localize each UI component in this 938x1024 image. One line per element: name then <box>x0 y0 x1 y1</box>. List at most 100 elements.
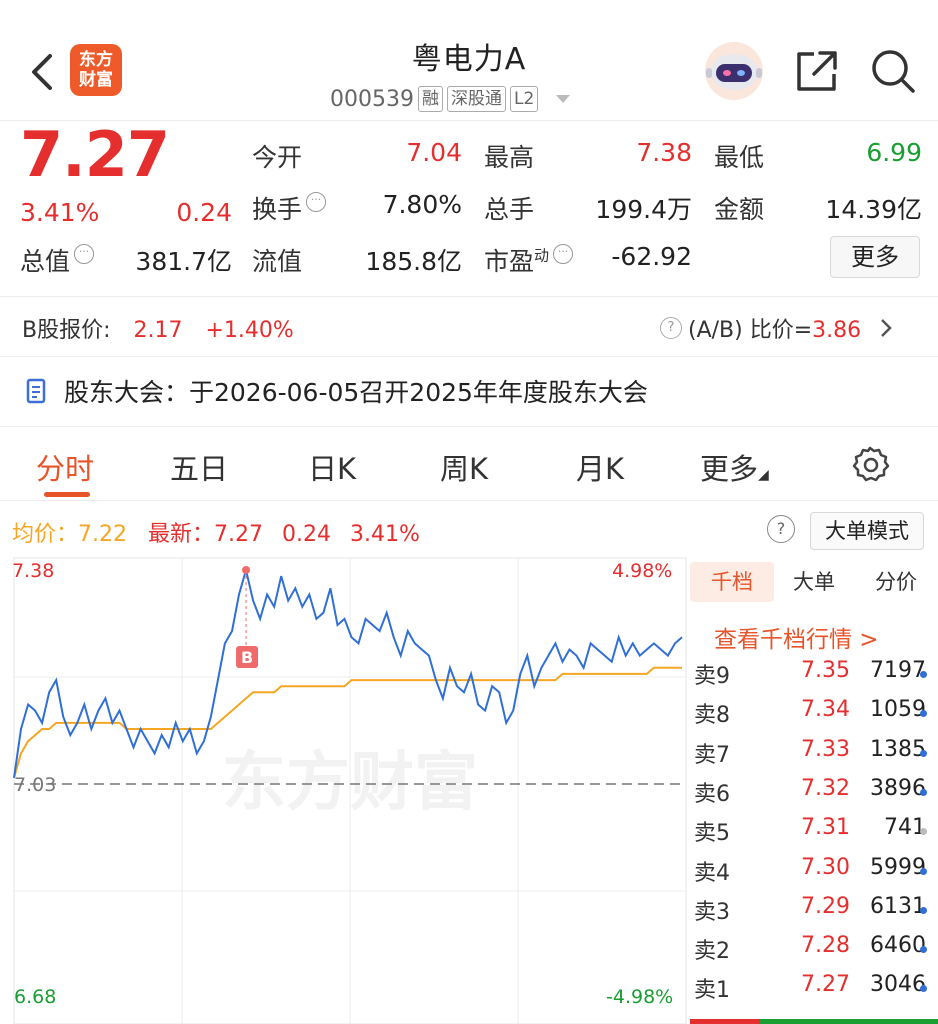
y-label-top: 7.38 <box>12 560 55 582</box>
ask-price: 7.34 <box>801 697 850 723</box>
tab-price-distribution[interactable]: 分价 <box>854 562 938 602</box>
change-pct: 3.41% <box>20 198 100 227</box>
open-value: 7.04 <box>406 138 462 167</box>
ask-label: 卖1 <box>694 978 730 1004</box>
turnover-label-text: 换手 <box>252 195 303 224</box>
tag-level2: L2 <box>509 86 539 112</box>
info-icon[interactable]: ··· <box>74 244 95 264</box>
search-icon[interactable] <box>868 46 918 96</box>
turnover-label[interactable]: 换手 ··· <box>252 190 327 226</box>
tab-big-orders[interactable]: 大单 <box>774 562 854 602</box>
ask-volume: 6131 <box>870 893 926 919</box>
buy-marker: B <box>236 566 259 668</box>
stock-code: 000539 <box>330 86 414 112</box>
tag-connect: 深股通 <box>446 86 506 112</box>
ask-row[interactable]: 卖5 7.31 741 <box>690 815 938 854</box>
info-icon[interactable]: ··· <box>306 192 327 212</box>
ask-row[interactable]: 卖3 7.29 6131 <box>690 894 938 933</box>
ask-volume: 741 <box>884 815 926 841</box>
ask-row[interactable]: 卖8 7.34 1059 <box>690 697 938 736</box>
avg-label: 均价： <box>12 522 79 547</box>
tab-thousand-levels[interactable]: 千档 <box>690 562 774 602</box>
order-book-tabs: 千档 大单 分价 <box>690 562 938 602</box>
buy-marker-label: B <box>241 648 253 667</box>
pe-value: -62.92 <box>611 242 692 271</box>
b-share-price: 2.17 <box>133 318 183 343</box>
low-value: 6.99 <box>866 138 922 167</box>
status-dot <box>920 788 927 796</box>
ask-row[interactable]: 卖1 7.27 3046 <box>690 972 938 1011</box>
help-icon[interactable]: ? <box>767 515 795 543</box>
document-icon <box>26 378 46 404</box>
b-share-change: +1.40% <box>205 318 294 343</box>
change-amount: 0.24 <box>176 198 232 227</box>
ask-label: 卖8 <box>694 703 730 729</box>
ask-volume: 1059 <box>870 697 926 723</box>
tab-monthly-k[interactable]: 月K <box>576 446 624 488</box>
question-icon[interactable]: ? <box>660 317 682 339</box>
high-value: 7.38 <box>636 138 692 167</box>
ask-label: 卖7 <box>694 742 730 768</box>
more-quote-button[interactable]: 更多 <box>830 236 920 278</box>
ask-row[interactable]: 卖2 7.28 6460 <box>690 933 938 972</box>
ask-row[interactable]: 卖9 7.35 7197 <box>690 658 938 697</box>
active-tab-indicator <box>44 492 90 497</box>
ask-row[interactable]: 卖6 7.32 3896 <box>690 776 938 815</box>
bid-ask-ratio-bar <box>690 1019 938 1024</box>
latest-pct: 3.41% <box>349 522 420 547</box>
tab-more[interactable]: 更多◢ <box>700 446 769 488</box>
latest-change: 0.24 <box>282 522 331 547</box>
latest-value: 7.27 <box>214 522 263 547</box>
tag-margin: 融 <box>417 86 443 112</box>
meeting-notice[interactable]: 股东大会：于2026-06-05召开2025年年度股东大会 <box>64 373 648 409</box>
watermark: 东方财富 <box>222 746 478 820</box>
ab-ratio-label: (A/B) 比价= <box>688 318 813 343</box>
ask-price: 7.35 <box>801 658 850 683</box>
divider <box>0 296 938 297</box>
share-icon[interactable] <box>794 48 840 94</box>
tab-daily-k[interactable]: 日K <box>308 446 356 488</box>
info-icon[interactable]: ··· <box>553 244 574 264</box>
ask-label: 卖3 <box>694 899 730 925</box>
ask-price: 7.27 <box>801 972 850 998</box>
big-order-mode-button[interactable]: 大单模式 <box>810 512 924 550</box>
pe-label[interactable]: 市盈动 ··· <box>484 242 574 278</box>
amount-value: 14.39亿 <box>825 195 922 224</box>
chevron-right-icon[interactable] <box>879 317 893 339</box>
dropdown-triangle-icon[interactable] <box>556 95 571 103</box>
latest-label: 最新： <box>148 522 215 547</box>
volume-label: 总手 <box>484 195 535 224</box>
pe-label-text: 市盈 <box>484 247 535 276</box>
ask-price: 7.31 <box>801 815 850 841</box>
tab-five-day[interactable]: 五日 <box>170 446 228 488</box>
mktcap-label[interactable]: 总值 ··· <box>20 242 95 278</box>
ask-label: 卖2 <box>694 939 730 965</box>
volume-value: 199.4万 <box>595 195 692 224</box>
tab-intraday[interactable]: 分时 <box>36 446 94 488</box>
b-share-row[interactable]: B股报价: 2.17 +1.40% <box>22 312 294 344</box>
ask-row[interactable]: 卖4 7.30 5999 <box>690 855 938 894</box>
pct-label-top: 4.98% <box>612 560 673 582</box>
ask-price: 7.29 <box>801 893 850 919</box>
ab-ratio-row[interactable]: ? (A/B) 比价=3.86 <box>660 312 893 344</box>
gear-icon[interactable] <box>850 444 890 484</box>
view-thousand-levels-link[interactable]: 查看千档行情 > <box>714 620 879 654</box>
ask-row[interactable]: 卖7 7.33 1385 <box>690 737 938 776</box>
ask-label: 卖9 <box>694 664 730 689</box>
ab-ratio-value: 3.86 <box>812 318 862 343</box>
b-share-label: B股报价: <box>22 318 111 343</box>
ask-label: 卖5 <box>694 821 730 847</box>
assistant-robot-icon[interactable] <box>702 42 766 100</box>
divider <box>0 426 938 427</box>
last-price: 7.27 <box>20 118 170 191</box>
tab-weekly-k[interactable]: 周K <box>440 446 488 488</box>
status-dot <box>920 867 927 875</box>
low-label: 最低 <box>714 143 765 172</box>
ask-price: 7.32 <box>801 775 850 801</box>
ask-volume: 7197 <box>870 658 926 683</box>
y-label-mid: 7.03 <box>14 774 57 796</box>
stock-code-row[interactable]: 000539 融 深股通 L2 <box>330 84 571 114</box>
ask-volume: 5999 <box>870 854 926 880</box>
intraday-chart[interactable]: 东方财富 B <box>0 556 690 1024</box>
open-label: 今开 <box>252 143 303 172</box>
